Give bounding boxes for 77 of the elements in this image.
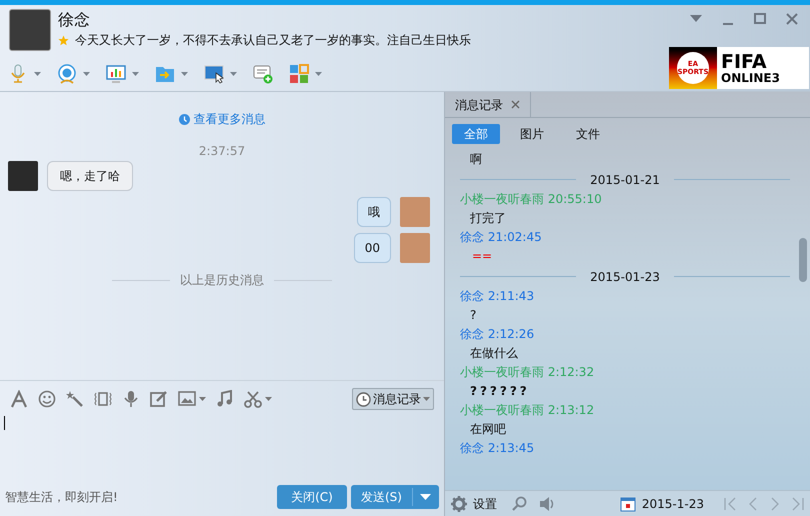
message-text: 啊 [469,151,483,168]
history-button[interactable]: 消息记录 [352,388,434,410]
more-messages-link[interactable]: 查看更多消息 [194,110,266,128]
maximize-icon[interactable] [754,13,766,25]
history-divider-text: 以上是历史消息 [180,272,264,289]
clock-icon [178,114,190,124]
sender-line: 小楼一夜听春雨 2:12:32 [460,364,596,381]
caret-icon[interactable] [230,72,237,76]
message-text: 在网吧 [469,421,507,438]
scrollbar[interactable] [799,238,807,282]
font-icon[interactable] [10,390,28,408]
chat-add-icon[interactable] [253,64,273,84]
settings-icon[interactable] [451,496,467,512]
close-icon[interactable] [511,100,520,109]
calendar-icon[interactable] [620,496,636,512]
caret-icon[interactable] [83,72,90,76]
screen-pointer-icon[interactable] [204,64,224,84]
monitor-icon[interactable] [106,64,126,84]
message-text: ? [469,307,478,324]
filter-tab[interactable]: 文件 [564,124,612,144]
caret-icon[interactable] [420,494,431,500]
folder-icon[interactable] [155,64,175,84]
close-icon[interactable] [786,13,798,25]
message-time: 2:37:57 [198,143,246,160]
caret-icon [423,397,430,401]
banner-subtitle: ONLINE3 [721,72,780,84]
sender-line: 徐念 2:13:45 [460,440,536,457]
caret-icon[interactable] [132,72,139,76]
send-button-group[interactable]: 发送(S) [351,485,439,509]
caret-icon[interactable] [315,72,322,76]
shake-window-icon[interactable] [94,390,112,408]
last-page-icon[interactable] [790,496,804,512]
date-separator: 2015-01-21 [590,172,660,188]
message-text: ?????? [469,383,531,400]
clock-icon [356,392,371,406]
dropdown-icon[interactable] [690,15,702,23]
send-label[interactable]: 发送(S) [351,488,413,506]
message-bubble: 嗯，走了哈 [47,161,133,191]
caret-icon[interactable] [199,397,206,401]
message-bubble: 00 [354,233,391,263]
caret-icon[interactable] [265,397,272,401]
filter-tab[interactable]: 图片 [508,124,556,144]
message-text: 在做什么 [469,345,519,362]
edit-icon[interactable] [150,390,168,408]
search-icon[interactable] [511,496,527,512]
caret-icon[interactable] [34,72,41,76]
webcam-icon[interactable] [57,64,77,84]
caret-icon[interactable] [181,72,188,76]
date-label[interactable]: 2015-1-23 [642,494,704,512]
image-icon[interactable] [178,390,196,408]
sender-line: 徐念 2:11:43 [460,288,536,305]
speaker-icon[interactable] [539,496,555,512]
banner-title: FIFA [721,52,768,72]
first-page-icon[interactable] [724,496,738,512]
contact-name: 徐念 [58,9,91,31]
avatar[interactable] [9,9,51,51]
apps-icon[interactable] [289,64,309,84]
music-note-icon[interactable] [216,390,234,408]
star-icon [58,34,69,46]
settings-label[interactable]: 设置 [473,494,497,512]
smiley-icon[interactable] [38,390,56,408]
close-button[interactable]: 关闭(C) [277,485,347,509]
scissors-icon[interactable] [244,390,262,408]
message-bubble: 哦 [357,197,391,227]
sender-line: 小楼一夜听春雨 20:55:10 [460,191,603,208]
sender-line: 徐念 2:12:26 [460,326,536,343]
sender-line: 徐念 21:02:45 [460,229,543,246]
message-text: == [471,248,494,265]
sender-line: 小楼一夜听春雨 2:13:12 [460,402,596,419]
message-text: 打完了 [469,210,507,227]
date-separator: 2015-01-23 [590,268,660,286]
signature-text: 今天又长大了一岁，不得不去承认自己又老了一岁的事实。注自己生日快乐 [75,32,471,49]
history-tab[interactable]: 消息记录 [455,96,503,114]
microphone-icon[interactable] [122,390,140,408]
promo-text[interactable]: 智慧生活，即刻开启! [5,488,277,506]
filter-tab[interactable]: 全部 [452,124,500,144]
magic-wand-icon[interactable] [66,390,84,408]
